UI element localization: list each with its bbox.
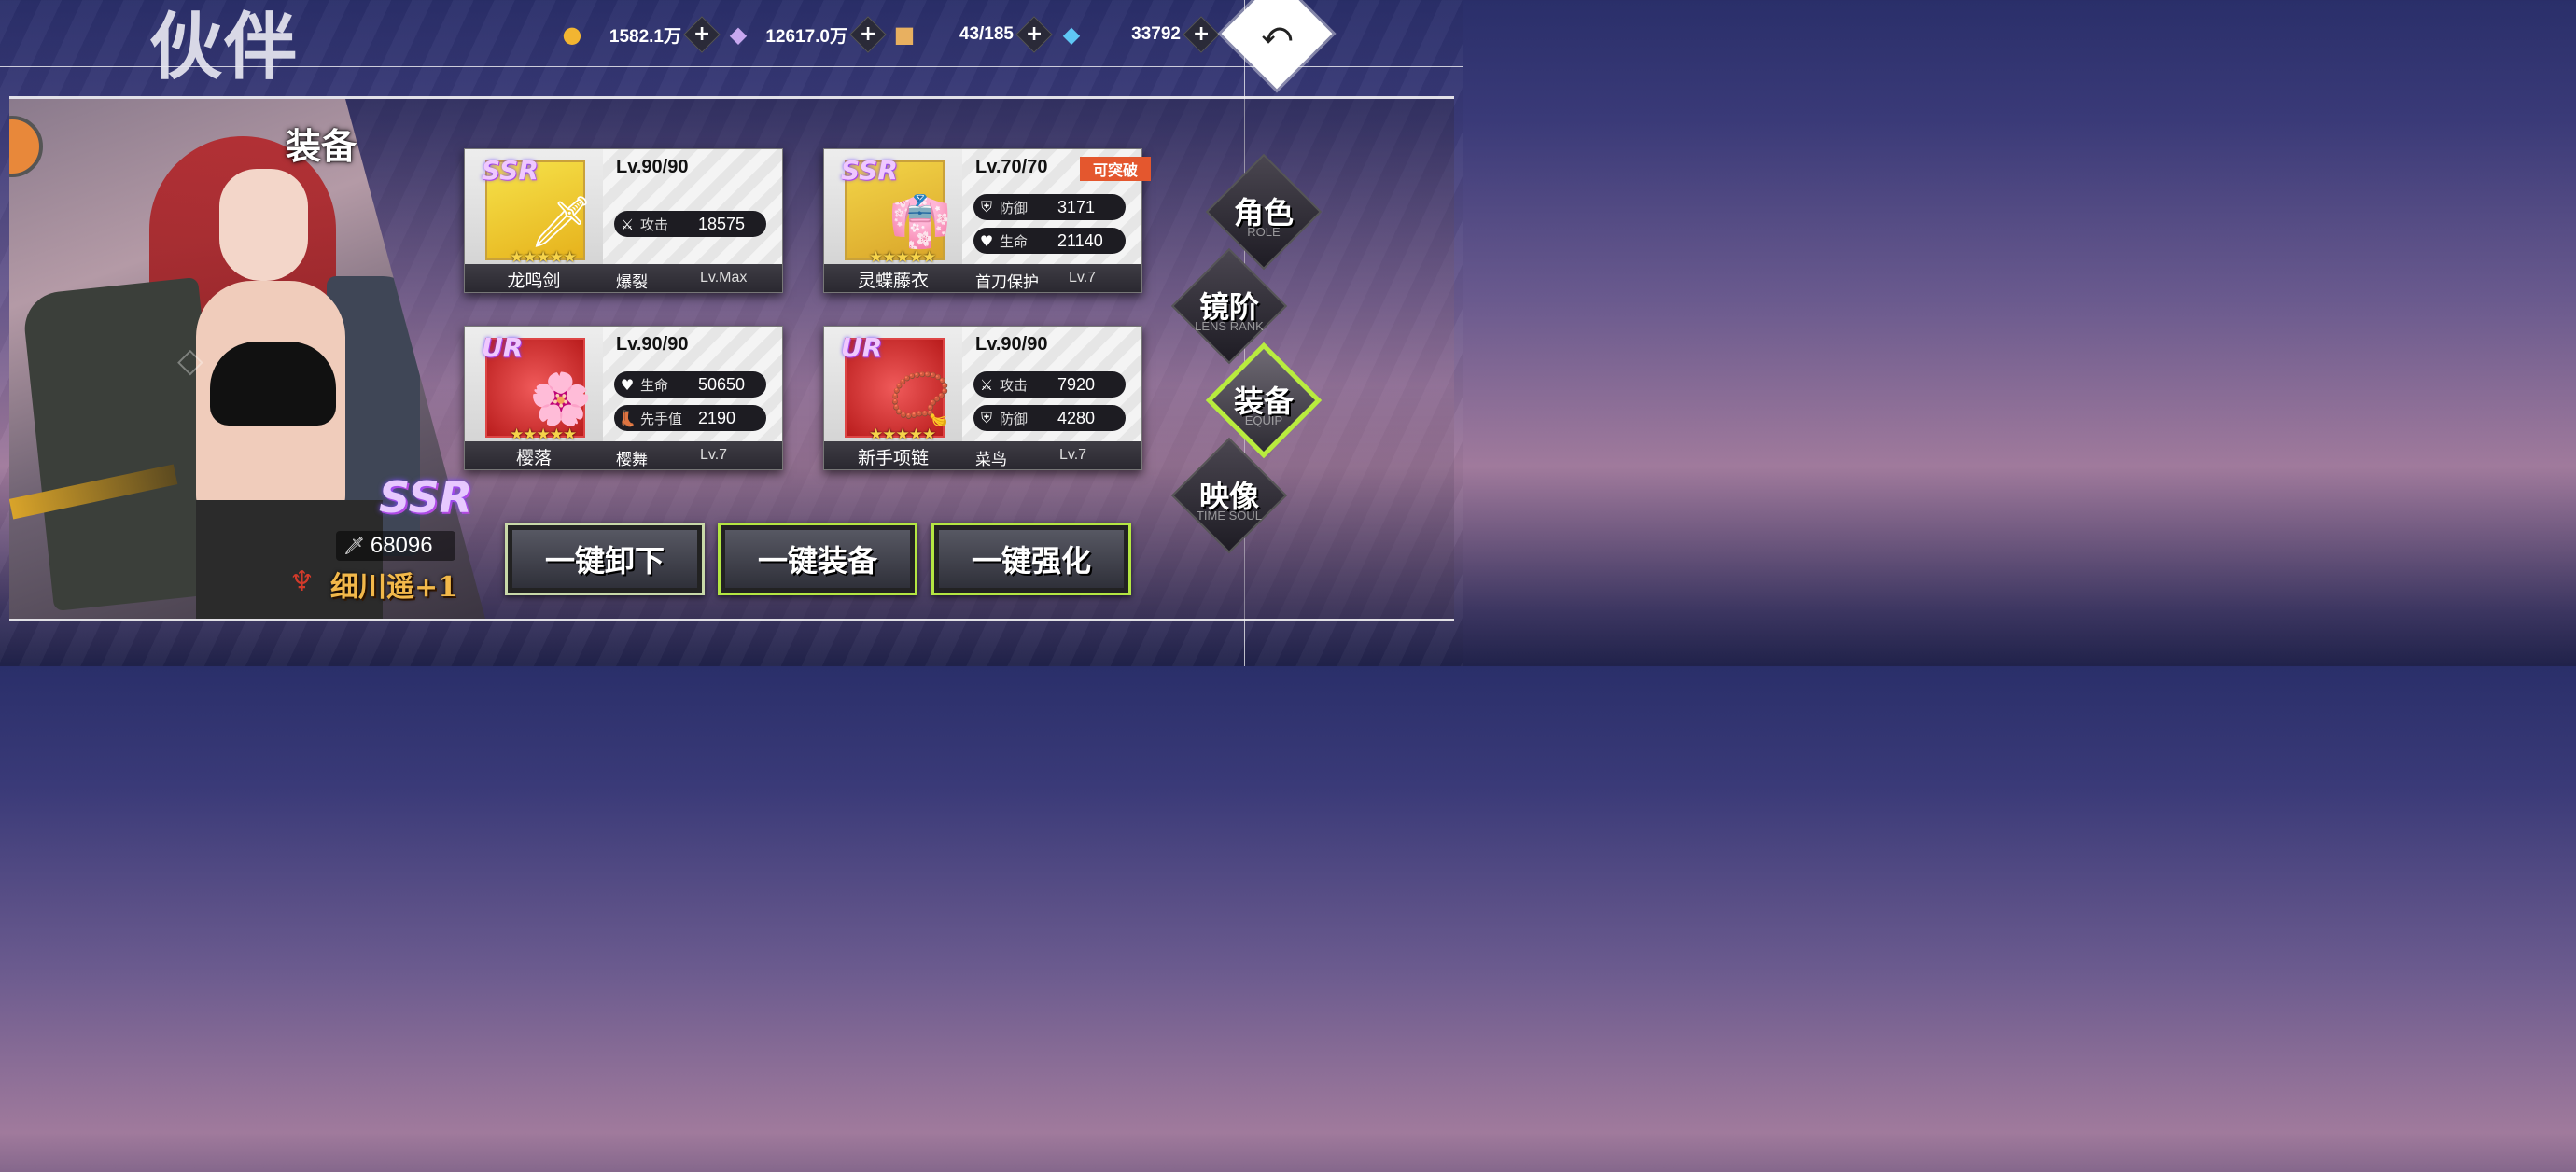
nav-role[interactable]: 角色 ROLE	[1205, 153, 1323, 271]
item-name: 新手项链	[857, 448, 929, 468]
skill-name: 樱舞	[616, 451, 648, 469]
item-name: 龙鸣剑	[507, 271, 561, 291]
character-name: 细川遥+1	[330, 571, 458, 604]
stat-row: ⛨ 防御 4280	[973, 405, 1126, 431]
resource-value: 43/185	[959, 24, 1014, 44]
stat-row: ⚔ 攻击 7920	[973, 371, 1126, 398]
add-diamond-button[interactable]: +	[1183, 16, 1220, 53]
stat-row: 👢 先手值 2190	[614, 405, 766, 431]
crystal-icon: ◆	[729, 21, 748, 48]
shield-icon: ⛨	[980, 198, 992, 216]
item-level: Lv.90/90	[975, 334, 1048, 355]
section-title: 装备	[286, 125, 357, 167]
skill-level: Lv.7	[1059, 447, 1087, 463]
rarity-badge: SSR	[841, 155, 898, 186]
diamond-icon: ◆	[1062, 21, 1081, 48]
unequip-all-button[interactable]: 一键卸下	[505, 523, 705, 595]
sword-icon: 🗡	[343, 536, 365, 556]
resource-gold: ● 1582.1万 +	[556, 16, 721, 53]
star-rating: ★★★★★	[869, 426, 936, 444]
skill-level: Lv.7	[1069, 270, 1097, 286]
page-title: 伙伴	[149, 5, 300, 90]
heart-icon: ♥	[979, 231, 994, 250]
equip-slot-weapon[interactable]: 🗡 ★★★★★ SSR Lv.90/90 ⚔ 攻击 18575 龙鸣剑 爆裂 L…	[464, 148, 783, 293]
equip-slot-necklace[interactable]: 📿 ★★★★★ UR Lv.90/90 ⚔ 攻击 7920 ⛨ 防御 4280 …	[823, 326, 1142, 470]
resource-diamond: ◆ 33792 +	[1056, 16, 1220, 53]
add-chest-button[interactable]: +	[1015, 16, 1053, 53]
resource-crystal: ◆ 12617.0万 +	[722, 16, 887, 53]
heart-icon: ♥	[620, 375, 635, 394]
stat-row: ♥ 生命 50650	[614, 371, 766, 398]
star-rating: ★★★★★	[869, 248, 936, 267]
skill-level: Lv.7	[700, 447, 728, 463]
add-crystal-button[interactable]: +	[849, 16, 887, 53]
combat-power: 🗡 68096	[336, 531, 455, 561]
sword-cross-icon: ⚔	[979, 375, 994, 394]
skill-level: Lv.Max	[700, 270, 748, 286]
add-gold-button[interactable]: +	[683, 16, 721, 53]
rarity-badge: SSR	[482, 155, 539, 186]
sword-cross-icon: ⚔	[620, 215, 635, 233]
skill-name: 爆裂	[616, 273, 648, 292]
item-level: Lv.90/90	[616, 157, 689, 177]
star-rating: ★★★★★	[510, 426, 577, 444]
element-icon: ♆	[289, 565, 315, 598]
chest-icon: ■	[893, 21, 916, 48]
character-rarity: SSR	[379, 472, 473, 523]
nav-time-soul[interactable]: 映像 TIME SOUL	[1170, 437, 1288, 554]
item-name: 灵蝶藤衣	[857, 271, 929, 291]
equip-slot-armor[interactable]: 👘 ★★★★★ SSR Lv.70/70 可突破 ⛨ 防御 3171 ♥ 生命 …	[823, 148, 1151, 293]
breakthrough-badge: 可突破	[1080, 157, 1151, 181]
resource-chest: ■ 43/185 +	[889, 16, 1053, 53]
rarity-badge: UR	[841, 332, 883, 363]
resource-value: 33792	[1131, 24, 1181, 44]
skill-name: 菜鸟	[975, 451, 1007, 469]
stat-row: ⛨ 防御 3171	[973, 194, 1126, 220]
resource-value: 12617.0万	[765, 26, 847, 47]
item-name: 樱落	[515, 448, 552, 468]
shield-icon: ⛨	[980, 409, 992, 426]
gold-coin-icon: ●	[562, 21, 582, 48]
star-rating: ★★★★★	[510, 248, 577, 267]
item-level: Lv.90/90	[616, 334, 689, 355]
equip-all-button[interactable]: 一键装备	[718, 523, 917, 595]
stat-row: ⚔ 攻击 18575	[614, 211, 766, 237]
nav-equip[interactable]: 装备 EQUIP	[1205, 342, 1323, 459]
back-arrow-icon: ⤺	[1261, 17, 1293, 50]
resource-value: 1582.1万	[609, 26, 681, 47]
item-level: Lv.70/70	[975, 157, 1048, 177]
enhance-all-button[interactable]: 一键强化	[931, 523, 1131, 595]
rarity-badge: UR	[482, 332, 524, 363]
stat-row: ♥ 生命 21140	[973, 228, 1126, 254]
prev-character-icon[interactable]: ◇	[177, 342, 203, 380]
boot-icon: 👢	[618, 409, 637, 427]
nav-lens-rank[interactable]: 镜阶 LENS RANK	[1170, 247, 1288, 365]
skill-name: 首刀保护	[975, 273, 1039, 292]
equip-slot-shoes[interactable]: 🌸 ★★★★★ UR Lv.90/90 ♥ 生命 50650 👢 先手值 219…	[464, 326, 783, 470]
